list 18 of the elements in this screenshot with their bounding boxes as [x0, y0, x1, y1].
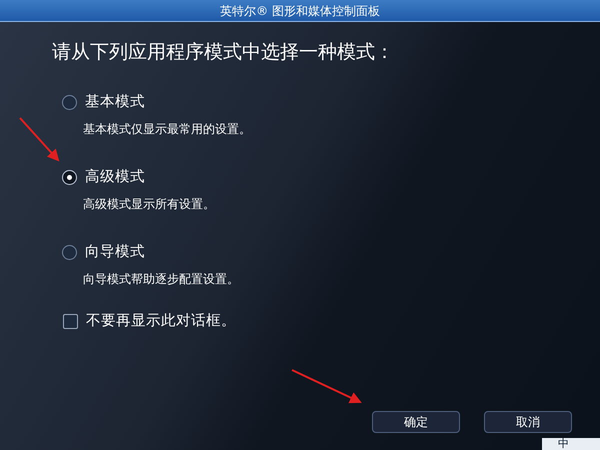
window-title: 英特尔® 图形和媒体控制面板: [0, 0, 600, 22]
radio-button[interactable]: [62, 170, 77, 186]
annotation-arrow: [19, 117, 60, 162]
cancel-button[interactable]: 取消: [484, 411, 572, 433]
radio-label[interactable]: 高级模式: [85, 167, 145, 189]
checkbox[interactable]: [63, 314, 78, 330]
radio-label[interactable]: 向导模式: [85, 242, 145, 264]
ok-button[interactable]: 确定: [372, 411, 460, 433]
annotation-arrow: [292, 369, 362, 404]
mode-description: 高级模式显示所有设置。: [83, 196, 215, 211]
checkbox-label[interactable]: 不要再显示此对话框。: [86, 311, 236, 333]
mode-description: 向导模式帮助逐步配置设置。: [83, 272, 239, 286]
dialog-heading: 请从下列应用程序模式中选择一种模式：: [51, 40, 395, 65]
ime-indicator[interactable]: 中: [542, 438, 600, 450]
radio-button[interactable]: [62, 95, 77, 110]
radio-button[interactable]: [62, 245, 77, 260]
radio-label[interactable]: 基本模式: [85, 92, 145, 114]
mode-description: 基本模式仅显示最常用的设置。: [83, 122, 251, 136]
